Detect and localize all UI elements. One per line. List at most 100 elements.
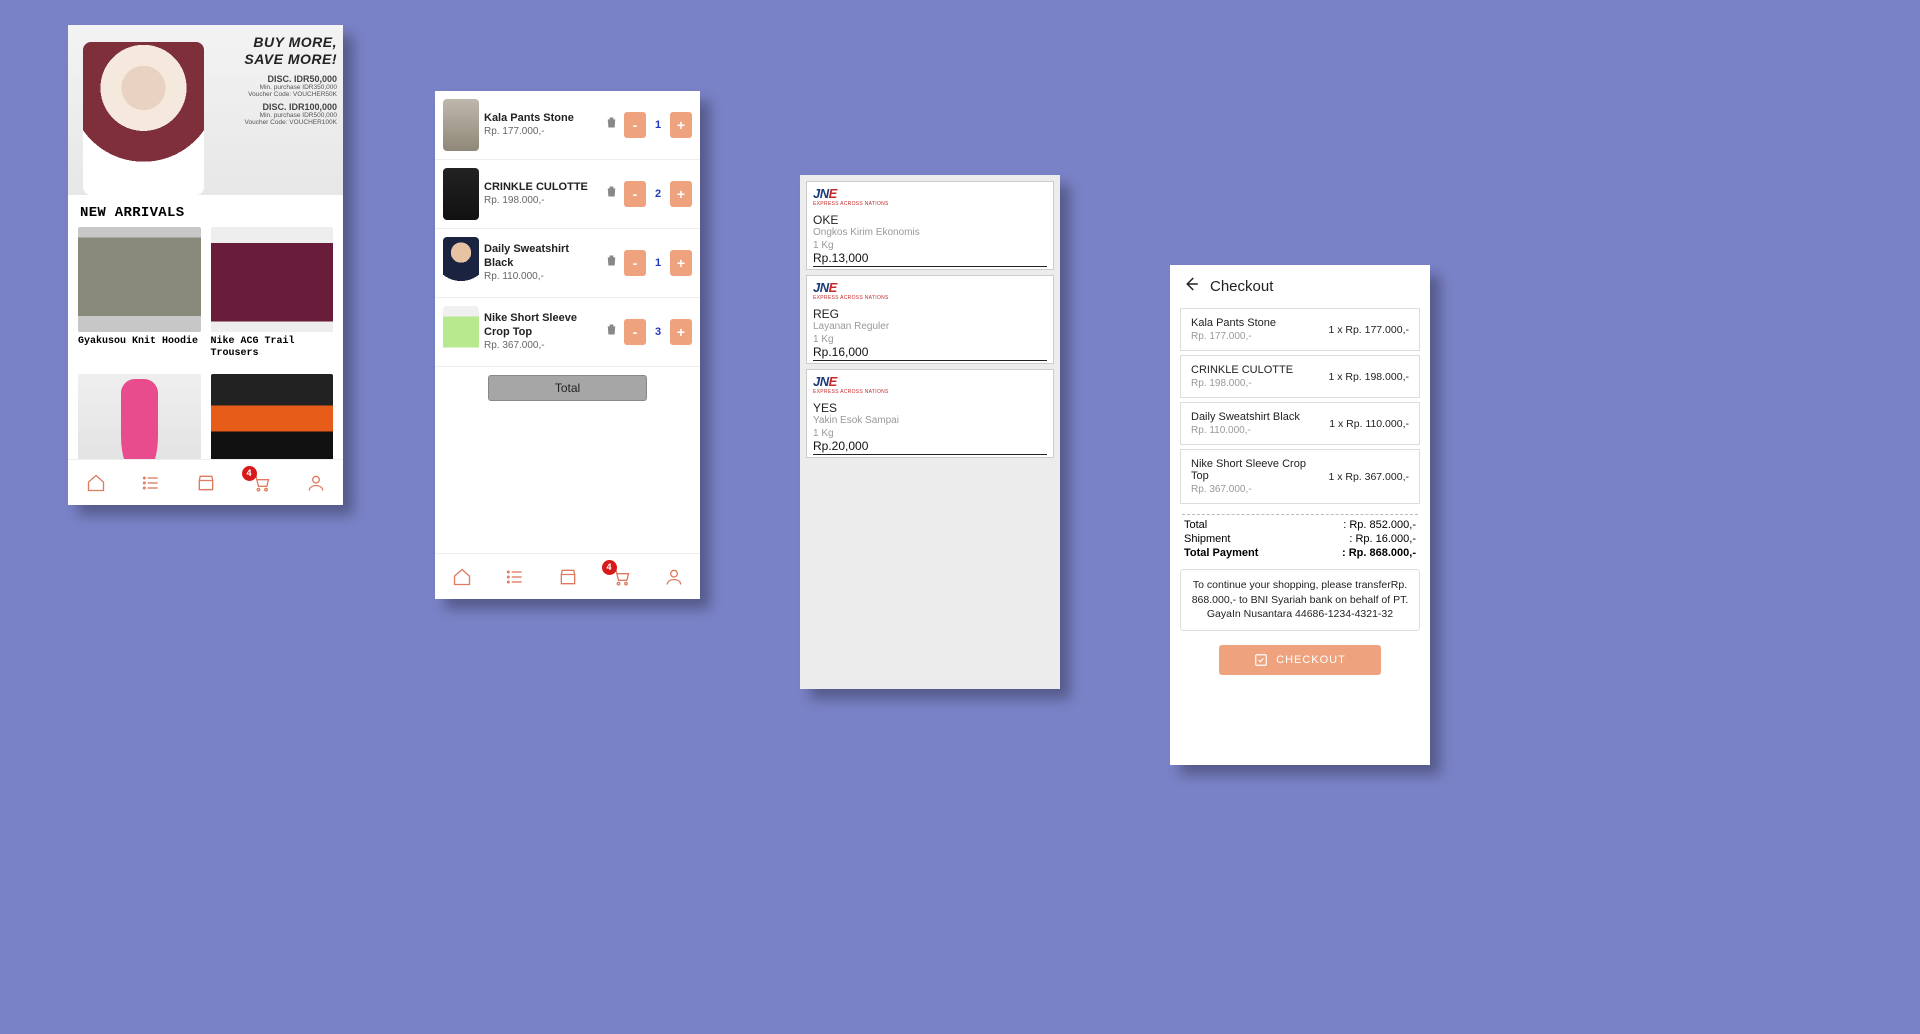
profile-icon[interactable] [663,566,685,588]
back-icon[interactable] [1182,275,1200,298]
disc-amount-1: DISC. IDR100,000 [225,102,337,112]
cart-screen: Kala Pants StoneRp. 177.000,- -1+ CRINKL… [435,91,700,599]
tab-bar: 4 [435,553,700,599]
product-card[interactable]: Nike ACG Trail Trousers [211,227,334,364]
total-button[interactable]: Total [488,375,647,401]
cart-item-image [443,237,479,289]
ck-price: Rp. 367.000,- [1191,484,1322,495]
store-icon[interactable] [195,472,217,494]
cart-badge: 4 [242,466,257,481]
qty-value: 1 [649,119,667,131]
ship-weight: 1 Kg [813,428,1047,439]
ship-weight: 1 Kg [813,334,1047,345]
cart-item-name: CRINKLE CULOTTE [484,181,599,195]
cart-row: CRINKLE CULOTTERp. 198.000,- -2+ [435,160,700,229]
ship-weight: 1 Kg [813,240,1047,251]
disc-min-0: Min. purchase IDR350,000 [225,84,337,91]
shipping-option[interactable]: JNE EXPRESS ACROSS NATIONS REG Layanan R… [806,275,1054,364]
hero-model-image [68,25,219,195]
trash-icon[interactable] [604,322,619,342]
ck-price: Rp. 198.000,- [1191,378,1293,389]
section-title: NEW ARRIVALS [68,195,343,227]
ship-name: YES [813,401,1047,415]
checkout-item: Daily Sweatshirt BlackRp. 110.000,- 1 x … [1180,402,1420,445]
cart-item-name: Daily Sweatshirt Black [484,243,599,271]
product-card[interactable] [78,374,201,459]
divider [1182,514,1418,515]
product-image [211,374,334,459]
cart-row: Kala Pants StoneRp. 177.000,- -1+ [435,91,700,160]
qty-minus-button[interactable]: - [624,250,646,276]
qty-plus-button[interactable]: + [670,319,692,345]
cart-list: Kala Pants StoneRp. 177.000,- -1+ CRINKL… [435,91,700,553]
cart-item-image [443,168,479,220]
ship-desc: Layanan Reguler [813,321,1047,332]
ck-line: 1 x Rp. 177.000,- [1328,324,1409,336]
qty-minus-button[interactable]: - [624,319,646,345]
ck-name: CRINKLE CULOTTE [1191,364,1293,376]
hero-title-2: SAVE MORE! [244,51,337,67]
product-image [78,374,201,459]
check-icon [1254,653,1268,667]
qty-value: 1 [649,257,667,269]
checkout-item: Nike Short Sleeve Crop TopRp. 367.000,- … [1180,449,1420,504]
cart-item-price: Rp. 367.000,- [484,340,599,353]
ship-desc: Ongkos Kirim Ekonomis [813,227,1047,238]
qty-value: 3 [649,326,667,338]
cart-item-price: Rp. 110.000,- [484,271,599,284]
store-icon[interactable] [557,566,579,588]
product-image [78,227,201,332]
cart-badge: 4 [602,560,617,575]
list-icon[interactable] [140,472,162,494]
ship-price: Rp.20,000 [813,439,1047,455]
cart-icon[interactable]: 4 [610,566,632,588]
hero-title-1: BUY MORE, [253,34,337,50]
product-card[interactable] [211,374,334,459]
jne-logo: JNE [813,280,1047,295]
home-icon[interactable] [85,472,107,494]
ship-name: REG [813,307,1047,321]
qty-minus-button[interactable]: - [624,181,646,207]
jne-tagline: EXPRESS ACROSS NATIONS [813,389,1047,395]
qty-plus-button[interactable]: + [670,181,692,207]
page-title: Checkout [1210,278,1273,295]
qty-plus-button[interactable]: + [670,112,692,138]
profile-icon[interactable] [305,472,327,494]
trash-icon[interactable] [604,253,619,273]
product-card[interactable]: Gyakusou Knit Hoodie [78,227,201,364]
trash-icon[interactable] [604,184,619,204]
ck-name: Kala Pants Stone [1191,317,1276,329]
summary-shipment: Shipment: Rp. 16.000,- [1170,533,1430,545]
summary-payment: Total Payment: Rp. 868.000,- [1170,547,1430,559]
trash-icon[interactable] [604,115,619,135]
product-name: Gyakusou Knit Hoodie [78,332,201,352]
jne-tagline: EXPRESS ACROSS NATIONS [813,295,1047,301]
home-icon[interactable] [451,566,473,588]
ck-price: Rp. 110.000,- [1191,425,1300,436]
tab-bar: 4 [68,459,343,505]
list-icon[interactable] [504,566,526,588]
ck-name: Nike Short Sleeve Crop Top [1191,458,1322,482]
qty-minus-button[interactable]: - [624,112,646,138]
shipping-option[interactable]: JNE EXPRESS ACROSS NATIONS YES Yakin Eso… [806,369,1054,458]
shipping-option[interactable]: JNE EXPRESS ACROSS NATIONS OKE Ongkos Ki… [806,181,1054,270]
hero-banner[interactable]: BUY MORE, SAVE MORE! DISC. IDR50,000 Min… [68,25,343,195]
ship-price: Rp.13,000 [813,251,1047,267]
cart-item-image [443,306,479,358]
home-screen: BUY MORE, SAVE MORE! DISC. IDR50,000 Min… [68,25,343,505]
ship-desc: Yakin Esok Sampai [813,415,1047,426]
qty-plus-button[interactable]: + [670,250,692,276]
jne-logo: JNE [813,186,1047,201]
checkout-button[interactable]: CHECKOUT [1219,645,1380,675]
ck-line: 1 x Rp. 367.000,- [1328,471,1409,483]
cart-icon[interactable]: 4 [250,472,272,494]
ck-price: Rp. 177.000,- [1191,331,1276,342]
cart-item-price: Rp. 177.000,- [484,126,599,139]
disc-amount-0: DISC. IDR50,000 [225,74,337,84]
jne-tagline: EXPRESS ACROSS NATIONS [813,201,1047,207]
cart-row: Nike Short Sleeve Crop TopRp. 367.000,- … [435,298,700,367]
ck-name: Daily Sweatshirt Black [1191,411,1300,423]
disc-code-1: Voucher Code: VOUCHER100K [225,119,337,126]
checkout-item: CRINKLE CULOTTERp. 198.000,- 1 x Rp. 198… [1180,355,1420,398]
qty-value: 2 [649,188,667,200]
